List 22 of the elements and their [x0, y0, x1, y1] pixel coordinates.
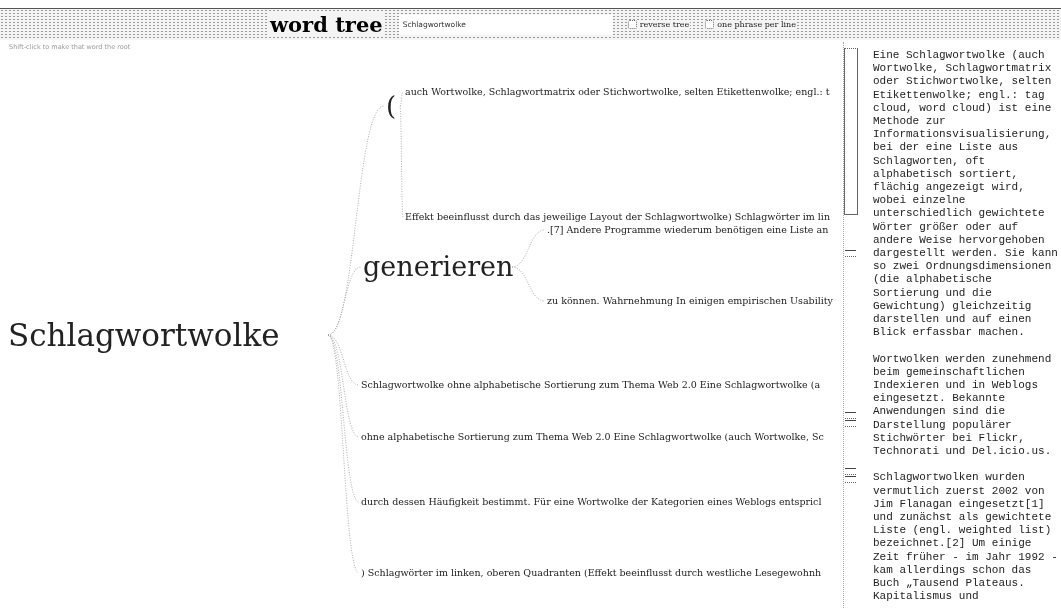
article-paragraph: Eine Schlagwortwolke (auch Wortwolke, Schlagwortmatrix oder Stichwortwolke, selten Etikettenwolke; engl.: tag cloud, word cloud) ist eine Methode zur Informationsvisualisierung, bei der eine Liste aus Schlagworten, oft alphabetisch sortiert, flächig angezeigt wird, wobei einzelne unterschiedlich gewichtete Wörter größer oder auf andere Weise hervorgehoben dargestellt werden. Sie kann so zwei Ordnungsdimensionen (die alphabetische Sortierung und die Gewichtung) gleichzeitig darstellen und auf einen Blick erfassbar machen. — [873, 49, 1059, 340]
phrase-text[interactable]: Schlagwortwolke ohne alphabetische Sortierung zum Thema Web 2.0 Eine Schlagwortwolke (a — [361, 379, 821, 391]
option-checkbox[interactable]: one phrase per line — [704, 20, 797, 29]
app-title: word tree — [268, 12, 385, 37]
phrase-text[interactable]: durch dessen Häufigkeit bestimmt. Für eine Wortwolke der Kategorien eines Weblogs entspricl — [361, 496, 822, 508]
phrase-text[interactable]: zu können. Wahrnehmung In einigen empirischen Usability — [547, 295, 833, 307]
branch-word[interactable]: generieren — [363, 252, 514, 282]
phrase-text[interactable]: ohne alphabetische Sortierung zum Thema Web 2.0 Eine Schlagwortwolke (auch Wortwolke, Sc — [361, 431, 824, 443]
overview-mark — [845, 250, 856, 257]
overview-strip[interactable] — [843, 42, 859, 608]
phrase-text[interactable]: Effekt beeinflusst durch das jeweilige Layout der Schlagwortwolke) Schlagwörter im lin — [405, 211, 831, 223]
branch-line — [511, 266, 546, 302]
branch-line — [511, 229, 546, 268]
phrase-text[interactable]: ) Schlagwörter im linken, oberen Quadranten (Effekt beeinflusst durch westliche Lesegewohnh — [361, 567, 822, 579]
phrase-text[interactable]: auch Wortwolke, Schlagwortmatrix oder Stichwortwolke, selten Etikettenwolke; engl.: t — [405, 86, 830, 98]
option-checkbox[interactable]: reverse tree — [626, 20, 691, 29]
viewport-frame[interactable] — [844, 48, 858, 215]
branch-word[interactable]: ( — [386, 91, 397, 121]
article-paragraph: Wortwolken werden zunehmend beim gemeinschaftlichen Indexieren und in Weblogs eingesetzt. Bekannte Anwendungen sind die Darstellung populärer Stichwörter bei Flickr, Technorati und Del.icio.us. — [873, 352, 1053, 459]
root-word[interactable]: Schlagwortwolke — [8, 317, 280, 353]
phrase-text[interactable]: .[7] Andere Programme wiederum benötigen eine Liste an — [547, 224, 829, 236]
article-paragraph: Schlagwortwolken wurden vermutlich zuerst 2002 von Jim Flanagan eingesetzt[1] und zunächst als gewichtete Liste (engl. weighted list) bezeichnet.[2] Um einige Zeit früher - im Jahr 1992 - kam allerdings schon das Buch „Tausend Plateaus. Kapitalismus und — [873, 471, 1059, 604]
